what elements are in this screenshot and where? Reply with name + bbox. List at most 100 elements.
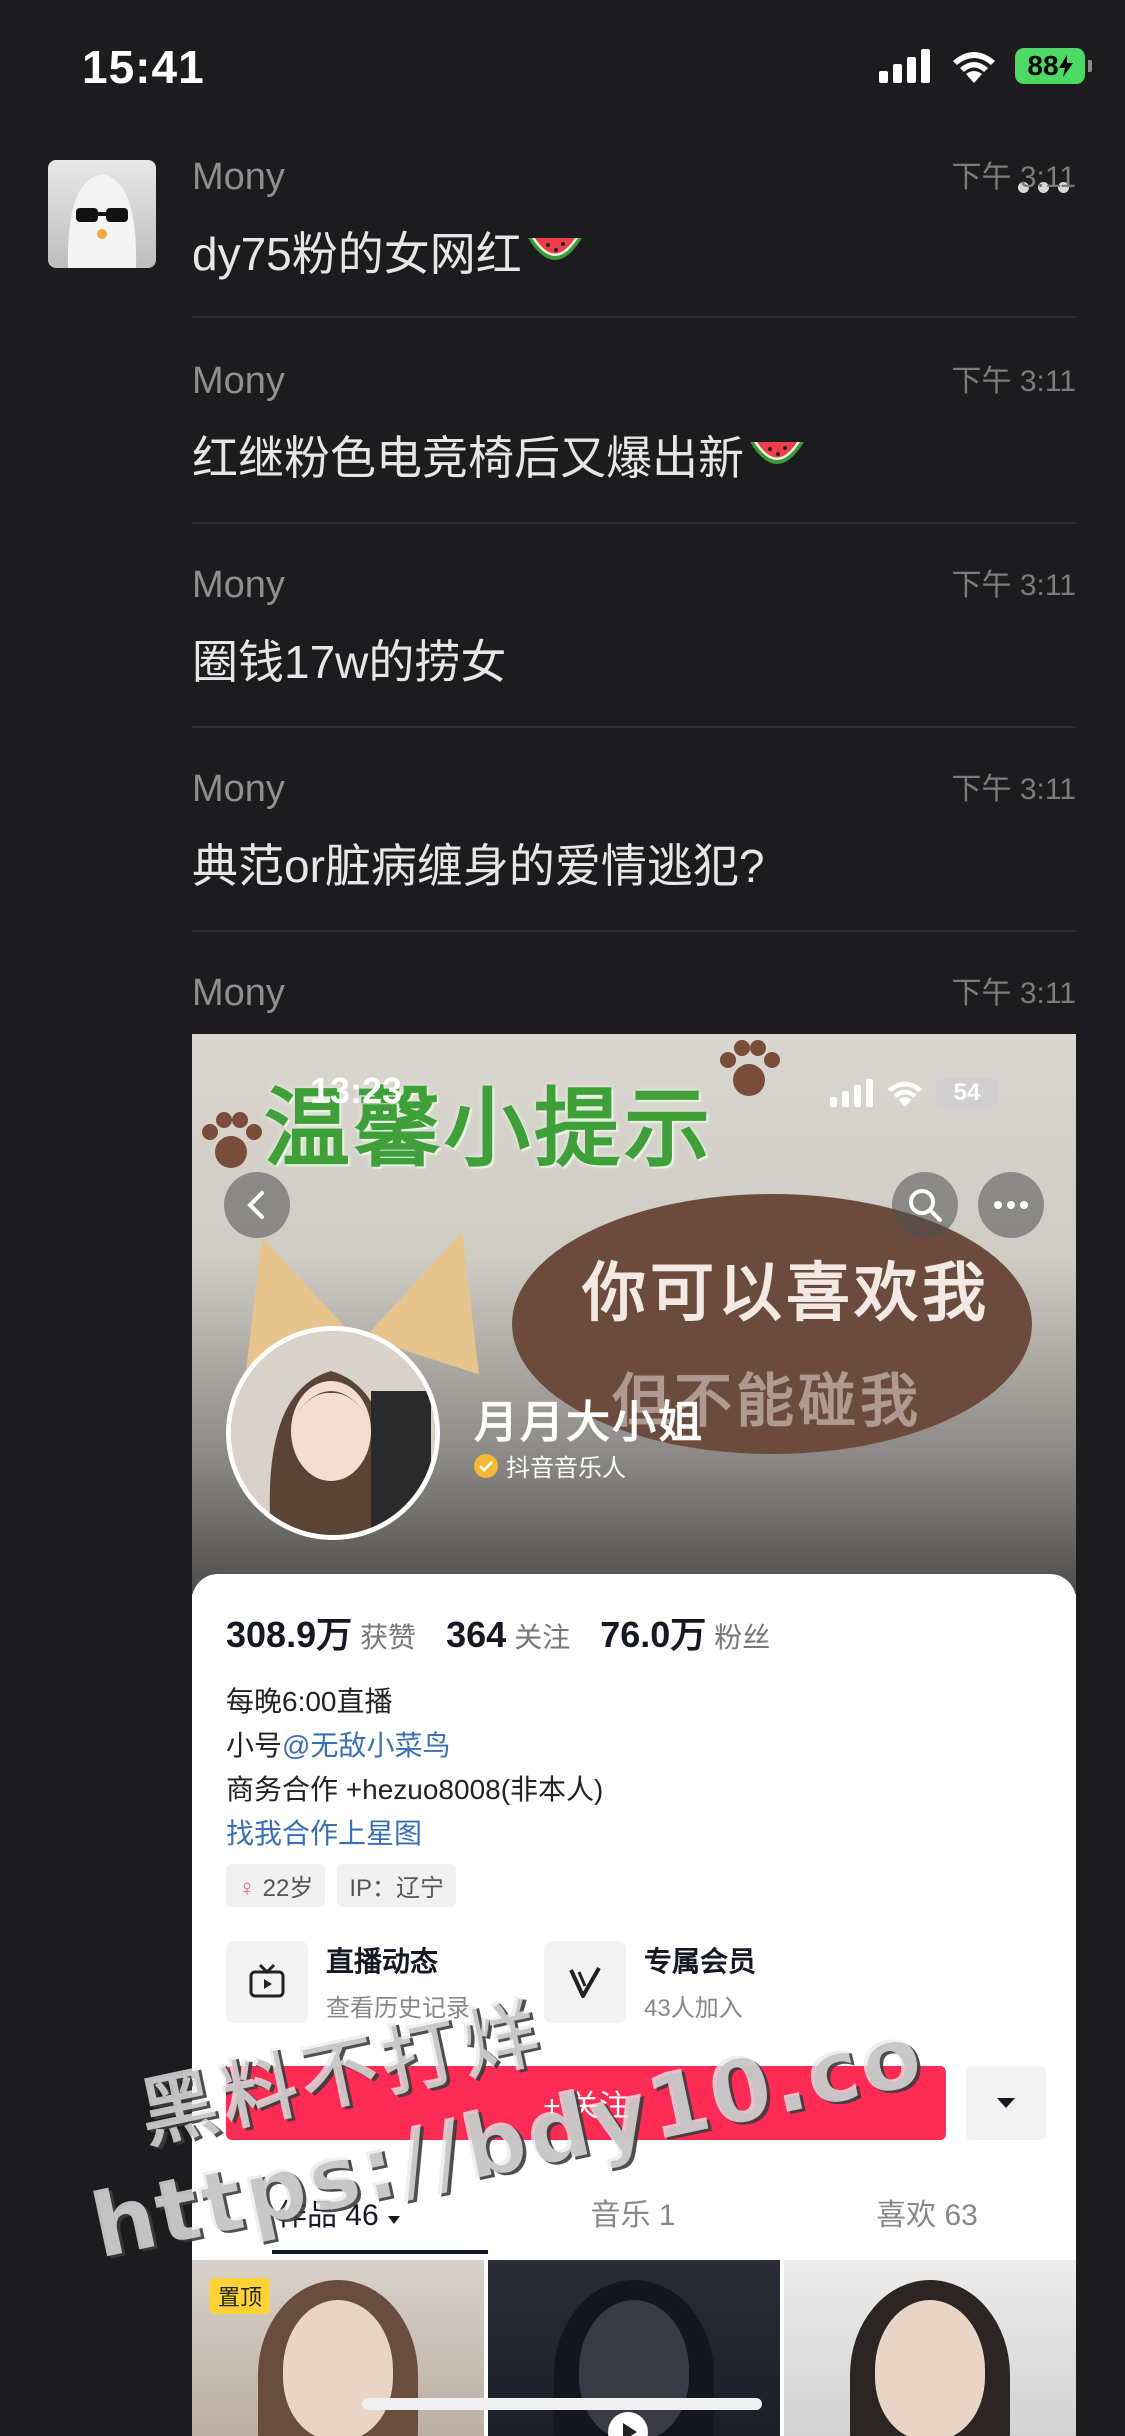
wifi-icon bbox=[887, 1081, 923, 1107]
cellular-signal-icon bbox=[879, 49, 930, 83]
paw-print-icon bbox=[720, 1040, 780, 1096]
tab-label: 作品 46 bbox=[276, 2199, 379, 2232]
live-history-entry[interactable]: 直播动态 查看历史记录 bbox=[226, 1940, 544, 2023]
paw-print-icon bbox=[202, 1112, 262, 1168]
follow-dropdown-button[interactable] bbox=[966, 2066, 1046, 2140]
profile-features: 直播动态 查看历史记录 专属会员 43人加入 bbox=[226, 1940, 1046, 2023]
stat-likes: 308.9万 获赞 bbox=[226, 1606, 416, 1658]
feature-title: 直播动态 bbox=[326, 1946, 439, 1977]
profile-tabs: 作品 46 音乐 1 喜欢 63 bbox=[192, 2182, 1076, 2252]
embedded-profile-screenshot[interactable]: 温馨小提示 你可以喜欢我 但不能碰我 13:23 54 月月大小姐 抖音音乐人 … bbox=[192, 1034, 1076, 2436]
more-horizontal-icon bbox=[994, 1201, 1028, 1209]
stat-following[interactable]: 364 关注 bbox=[446, 1614, 570, 1656]
pinned-badge: 置顶 bbox=[210, 2278, 271, 2314]
bio-line: 商务合作 +hezuo8008(非本人) bbox=[226, 1774, 604, 1805]
active-tab-indicator bbox=[272, 2250, 488, 2254]
thumbnail-figure-face bbox=[283, 2300, 393, 2436]
message-time: 下午 3:11 bbox=[951, 569, 1077, 602]
membership-entry[interactable]: 专属会员 43人加入 bbox=[544, 1940, 862, 2023]
charging-bolt-icon bbox=[1058, 55, 1073, 77]
xingtu-link[interactable]: 找我合作上星图 bbox=[226, 1812, 603, 1856]
message-time: 下午 3:11 bbox=[951, 773, 1077, 806]
caret-down-icon bbox=[388, 2216, 401, 2224]
profile-chips: ♀ 22岁 IP：辽宁 bbox=[226, 1864, 457, 1907]
message-text: 圈钱17w的捞女 bbox=[192, 636, 507, 688]
battery-indicator: 88 bbox=[1015, 48, 1092, 84]
live-tv-icon bbox=[226, 1940, 308, 2023]
feature-text: 专属会员 43人加入 bbox=[644, 1940, 756, 2023]
wifi-icon bbox=[953, 52, 995, 83]
message-divider bbox=[192, 930, 1076, 932]
profile-tag-label: 抖音音乐人 bbox=[506, 1455, 626, 1482]
profile-name: 月月大小姐 bbox=[474, 1398, 704, 1447]
watermelon-icon bbox=[527, 238, 582, 260]
battery-level: 88 bbox=[1027, 50, 1059, 81]
video-thumbnail[interactable] bbox=[784, 2260, 1076, 2436]
cellular-signal-icon bbox=[830, 1079, 873, 1107]
chevron-left-icon bbox=[247, 1191, 264, 1219]
feature-title: 专属会员 bbox=[644, 1946, 757, 1977]
message-divider bbox=[192, 522, 1076, 524]
follow-button[interactable]: + 关注 bbox=[226, 2066, 946, 2140]
tab-music[interactable]: 音乐 1 bbox=[486, 2182, 780, 2252]
status-bar: 15:41 88 bbox=[0, 0, 1125, 140]
play-icon bbox=[608, 2412, 648, 2436]
message-sender: Mony bbox=[192, 564, 285, 606]
female-icon: ♀ bbox=[238, 1875, 256, 1902]
banner-line-1: 你可以喜欢我 bbox=[582, 1257, 990, 1329]
message-sender: Mony bbox=[192, 156, 285, 198]
search-icon bbox=[909, 1189, 942, 1222]
message-divider bbox=[192, 726, 1076, 728]
embedded-status-time: 13:23 bbox=[310, 1070, 403, 1111]
embedded-search-button[interactable] bbox=[892, 1172, 958, 1238]
age-chip: ♀ 22岁 bbox=[226, 1864, 326, 1907]
membership-v-icon bbox=[544, 1940, 626, 2023]
tab-likes[interactable]: 喜欢 63 bbox=[780, 2182, 1074, 2252]
age-label: 22岁 bbox=[262, 1875, 314, 1902]
stat-number: 364 bbox=[446, 1614, 507, 1655]
message-time: 下午 3:11 bbox=[951, 977, 1077, 1010]
profile-card: 308.9万 获赞 364 关注 76.0万 粉丝 每晚6:00直播 小号@无敌小菜鸟… bbox=[192, 1574, 1076, 2436]
bio-line: 小号@无敌小菜鸟 bbox=[226, 1724, 603, 1768]
status-icons: 88 bbox=[879, 48, 1092, 84]
alt-account-link[interactable]: @无敌小菜鸟 bbox=[282, 1730, 450, 1761]
tab-works[interactable]: 作品 46 bbox=[192, 2182, 486, 2252]
message-time: 下午 3:11 bbox=[951, 161, 1077, 194]
home-indicator[interactable] bbox=[362, 2398, 762, 2410]
embedded-battery: 54 bbox=[936, 1078, 998, 1108]
watermelon-icon bbox=[750, 442, 804, 464]
status-time: 15:41 bbox=[82, 41, 205, 93]
ip-chip: IP：辽宁 bbox=[337, 1864, 457, 1907]
sender-avatar[interactable] bbox=[48, 160, 156, 268]
message-sender: Mony bbox=[192, 768, 285, 810]
message-text: 典范or脏病缠身的爱情逃犯? bbox=[192, 840, 765, 892]
message-sender: Mony bbox=[192, 972, 285, 1014]
message-divider bbox=[192, 316, 1076, 318]
bio-line: 每晚6:00直播 bbox=[226, 1686, 393, 1717]
profile-photo bbox=[231, 1331, 435, 1535]
thumbnail-figure-face bbox=[875, 2300, 985, 2436]
profile-bio: 每晚6:00直播 小号@无敌小菜鸟 商务合作 +hezuo8008(非本人) 找… bbox=[226, 1680, 603, 1856]
message-text-content: 红继粉色电竞椅后又爆出新 bbox=[192, 432, 744, 484]
profile-avatar[interactable] bbox=[226, 1326, 440, 1540]
embedded-back-button[interactable] bbox=[224, 1172, 290, 1238]
profile-banner: 温馨小提示 你可以喜欢我 但不能碰我 13:23 54 月月大小姐 抖音音乐人 bbox=[192, 1034, 1076, 1594]
message-time: 下午 3:11 bbox=[951, 365, 1077, 398]
stat-followers[interactable]: 76.0万 粉丝 bbox=[600, 1606, 770, 1658]
message-text-content: dy75粉的女网红 bbox=[192, 228, 522, 280]
bio-prefix: 小号 bbox=[226, 1730, 283, 1761]
message-text: 红继粉色电竞椅后又爆出新 bbox=[192, 422, 806, 488]
stat-label: 粉丝 bbox=[714, 1622, 771, 1653]
profile-stats: 308.9万 获赞 364 关注 76.0万 粉丝 bbox=[226, 1606, 770, 1658]
embedded-status-icons: 54 bbox=[830, 1078, 998, 1108]
embedded-more-button[interactable] bbox=[978, 1172, 1044, 1238]
message-text: dy75粉的女网红 bbox=[192, 218, 584, 284]
stat-number: 308.9万 bbox=[226, 1614, 353, 1655]
stat-label: 关注 bbox=[514, 1622, 571, 1653]
caret-down-icon bbox=[997, 2098, 1015, 2108]
verified-check-icon bbox=[474, 1453, 498, 1478]
stat-number: 76.0万 bbox=[600, 1614, 707, 1655]
feature-text: 直播动态 查看历史记录 bbox=[326, 1940, 470, 2023]
message-sender: Mony bbox=[192, 360, 285, 402]
feature-subtitle: 43人加入 bbox=[644, 1995, 743, 2022]
